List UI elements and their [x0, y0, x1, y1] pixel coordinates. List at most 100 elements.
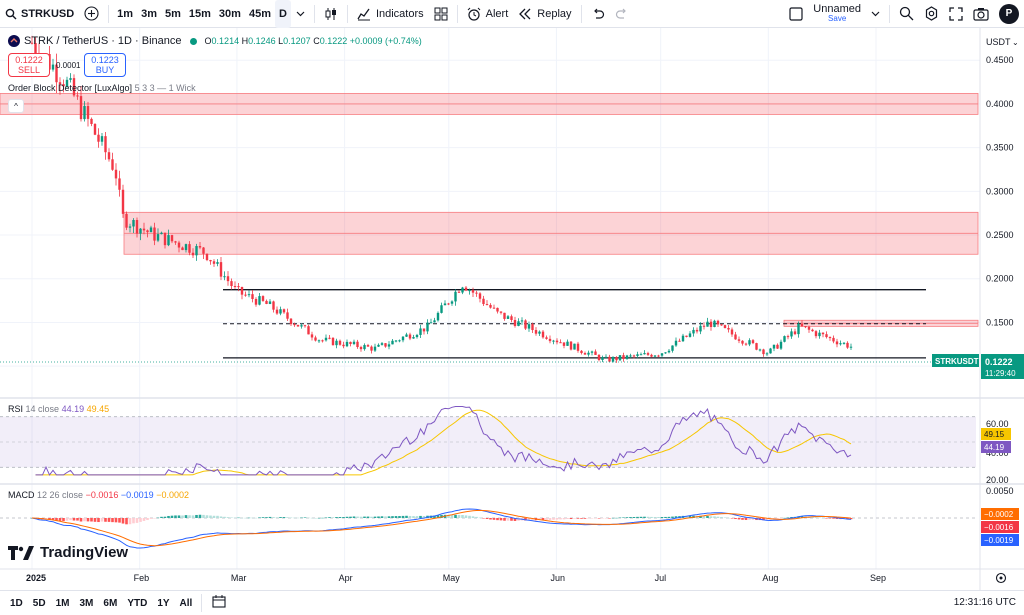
utc-clock[interactable]: 12:31:16 UTC — [954, 597, 1016, 608]
strk-logo-icon — [8, 35, 20, 47]
macd-histogram-bar — [639, 516, 643, 518]
range-1d[interactable]: 1D — [5, 598, 28, 609]
layout-checkbox[interactable] — [784, 0, 808, 28]
macd-histogram-bar — [492, 518, 496, 520]
macd-histogram-bar — [720, 517, 723, 518]
macd-signal-tag: −0.0002 — [984, 510, 1014, 519]
candle-body — [338, 340, 342, 345]
interval-45m[interactable]: 45m — [245, 0, 275, 28]
candle-body — [216, 262, 219, 264]
currency-chevron-icon[interactable]: ⌄ — [1012, 38, 1019, 47]
alarm-clock-icon — [467, 7, 480, 21]
interval-1m[interactable]: 1m — [113, 0, 137, 28]
layouts-button[interactable] — [429, 0, 453, 28]
interval-30m[interactable]: 30m — [215, 0, 245, 28]
date-range-button[interactable] — [206, 595, 232, 611]
range-6m[interactable]: 6M — [98, 598, 122, 609]
candle-body — [342, 344, 345, 347]
macd-histogram-bar — [286, 517, 289, 518]
candle-body — [90, 118, 93, 124]
macd-histogram-bar — [240, 517, 244, 519]
range-1y[interactable]: 1Y — [152, 598, 174, 609]
snapshot-button[interactable] — [968, 0, 994, 28]
macd-histogram-bar — [307, 517, 310, 519]
quick-search-button[interactable] — [894, 0, 919, 28]
compare-button[interactable] — [79, 0, 104, 28]
candle-body — [366, 345, 370, 347]
bottom-toolbar: 1D 5D 1M 3M 6M YTD 1Y All 12:31:16 UTC — [0, 590, 1024, 615]
candle-body — [457, 291, 461, 293]
range-3m[interactable]: 3M — [75, 598, 99, 609]
currency-label[interactable]: USDT — [986, 37, 1011, 47]
chart-area[interactable]: USDT ⌄ 0.4500 0.4000 0.3500 0.3000 0.2500 0.2… — [0, 28, 1024, 590]
macd-histogram-bar — [58, 518, 62, 521]
candle-body — [730, 329, 734, 335]
candle-body — [461, 287, 464, 293]
macd-histogram-bar — [615, 517, 618, 519]
macd-histogram-bar — [303, 517, 307, 518]
candle-body — [590, 351, 594, 353]
candle-body — [135, 220, 139, 234]
undo-button[interactable] — [586, 0, 610, 28]
buy-button[interactable]: 0.1223 BUY — [84, 53, 126, 77]
range-all[interactable]: All — [175, 598, 198, 609]
interval-3m[interactable]: 3m — [137, 0, 161, 28]
chart-type-button[interactable] — [319, 0, 343, 28]
rsi-legend[interactable]: RSI 14 close 44.19 49.45 — [8, 404, 109, 414]
macd-histogram-bar — [419, 515, 422, 518]
range-5d[interactable]: 5D — [28, 598, 51, 609]
alert-button[interactable]: Alert — [462, 0, 514, 28]
macd-histogram-bar — [583, 518, 587, 519]
layout-dropdown[interactable] — [866, 0, 885, 28]
macd-histogram-bar — [331, 517, 335, 518]
macd-histogram-bar — [317, 517, 321, 519]
symbol-search[interactable]: STRKUSD — [0, 0, 79, 28]
countdown-tag: 11:29:40 — [985, 369, 1016, 378]
fullscreen-button[interactable] — [944, 0, 968, 28]
candle-body — [205, 253, 209, 261]
candle-body — [359, 347, 363, 350]
candle-body — [548, 338, 552, 342]
candle-body — [685, 335, 688, 337]
range-1m[interactable]: 1M — [51, 598, 75, 609]
macd-histogram-bar — [335, 517, 338, 518]
macd-histogram-bar — [580, 518, 583, 519]
indicator-legend[interactable]: Order Block Detector [LuxAlgo] 5 3 3 — 1… — [8, 83, 196, 93]
macd-histogram-bar — [576, 518, 580, 519]
interval-d[interactable]: D — [274, 0, 291, 28]
candle-body — [345, 341, 349, 347]
candle-body — [681, 335, 685, 342]
indicators-button[interactable]: Indicators — [352, 0, 429, 28]
chevron-down-icon — [296, 11, 305, 16]
macd-histogram-bar — [349, 516, 352, 518]
replay-button[interactable]: Replay — [513, 0, 576, 28]
layout-name[interactable]: Unnamed Save — [808, 0, 866, 28]
macd-histogram-bar — [391, 516, 394, 518]
candle-body — [335, 340, 338, 346]
interval-5m[interactable]: 5m — [161, 0, 185, 28]
chevron-down-icon — [871, 11, 880, 16]
sell-button[interactable]: 0.1222 SELL — [8, 53, 50, 77]
candle-body — [646, 353, 650, 355]
candle-body — [97, 134, 100, 142]
settings-button[interactable] — [919, 0, 944, 28]
interval-dropdown[interactable] — [291, 0, 310, 28]
interval-15m[interactable]: 15m — [185, 0, 215, 28]
candle-body — [363, 345, 366, 350]
candle-body — [636, 354, 639, 356]
candle-body — [825, 334, 828, 338]
macd-params: 12 26 close — [37, 490, 84, 500]
macd-histogram-bar — [160, 516, 163, 518]
collapse-legend-button[interactable]: ^ — [8, 99, 24, 113]
legend-title[interactable]: STRK / TetherUS · 1D · Binance — [24, 35, 182, 47]
macd-histogram-bar — [506, 518, 510, 521]
watermark-text: TradingView — [40, 544, 129, 561]
axis-settings-button[interactable] — [995, 572, 1007, 584]
redo-button[interactable] — [610, 0, 634, 28]
macd-histogram-bar — [247, 517, 251, 519]
user-menu[interactable]: P — [994, 0, 1024, 28]
macd-histogram-bar — [223, 516, 226, 518]
macd-legend[interactable]: MACD 12 26 close −0.0016 −0.0019 −0.0002 — [8, 490, 189, 500]
tradingview-watermark[interactable]: TradingView — [8, 544, 128, 561]
range-ytd[interactable]: YTD — [122, 598, 152, 609]
